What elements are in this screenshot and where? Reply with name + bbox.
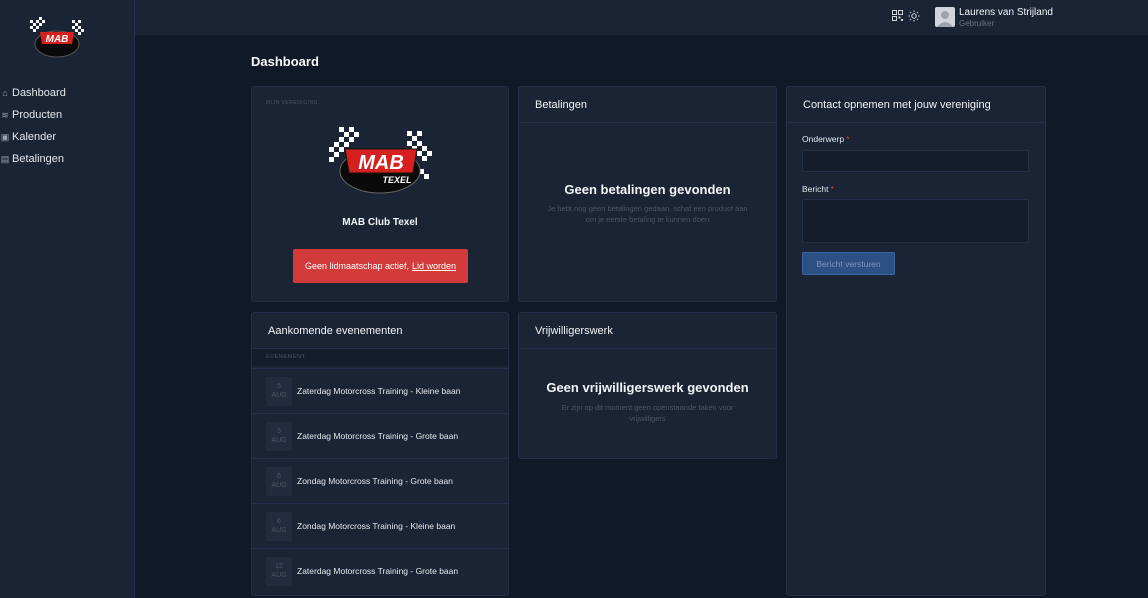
sidebar-item-label: Producten [12, 109, 63, 121]
qr-code-icon[interactable] [890, 10, 904, 24]
payments-title: Betalingen [519, 87, 776, 123]
contact-card: Contact opnemen met jouw vereniging Onde… [786, 86, 1046, 596]
club-card: MIJN VERENIGING MAB TEXEL MAB Club Texel… [251, 86, 509, 302]
message-textarea[interactable] [802, 199, 1029, 243]
events-column-header: EVENEMENT [252, 349, 508, 366]
avatar[interactable] [935, 7, 955, 27]
volunteer-card: Vrijwilligerswerk Geen vrijwilligerswerk… [518, 312, 777, 459]
event-date: 6 AUG [266, 466, 292, 496]
events-title: Aankomende evenementen [252, 313, 508, 349]
subject-label: Onderwerp * [802, 134, 849, 144]
message-label: Bericht * [802, 184, 834, 194]
sidebar-item-label: Betalingen [12, 153, 64, 165]
home-icon: ⌂ [2, 88, 8, 98]
event-day: 6 [277, 472, 281, 480]
sidebar-item-dashboard[interactable]: ⌂ Dashboard [0, 82, 135, 104]
payments-empty-title: Geen betalingen gevonden [564, 182, 731, 197]
subject-label-text: Onderwerp [802, 134, 845, 144]
calendar-icon: ▣ [0, 131, 10, 142]
event-name: Zondag Motorcross Training - Grote baan [297, 476, 453, 486]
svg-text:MAB: MAB [358, 152, 404, 174]
svg-text:TEXEL: TEXEL [382, 175, 411, 185]
event-month: AUG [271, 571, 287, 579]
become-member-link[interactable]: Lid worden [412, 261, 456, 271]
event-month: AUG [271, 526, 287, 534]
event-date: 12 AUG [266, 556, 292, 586]
club-logo: MAB TEXEL [329, 127, 432, 194]
svg-text:MAB: MAB [46, 34, 69, 45]
event-name: Zondag Motorcross Training - Kleine baan [297, 521, 456, 531]
event-month: AUG [271, 391, 287, 399]
receipt-icon: ▤ [0, 153, 10, 164]
volunteer-empty-text: Er zijn op dit moment geen openstaande t… [561, 403, 734, 423]
sun-icon[interactable] [907, 10, 921, 24]
become-member-button[interactable]: Geen lidmaatschap actief, Lid worden [293, 249, 468, 283]
message-label-text: Bericht [802, 184, 829, 194]
event-date: 5 AUG [266, 376, 292, 406]
event-date: 6 AUG [266, 511, 292, 541]
club-section-label: MIJN VERENIGING [266, 100, 318, 106]
event-day: 12 [275, 562, 283, 570]
event-row[interactable]: 5 AUG Zaterdag Motorcross Training - Gro… [252, 413, 508, 458]
volunteer-title: Vrijwilligerswerk [519, 313, 776, 349]
send-message-button[interactable]: Bericht versturen [802, 252, 895, 275]
event-row[interactable]: 12 AUG Zaterdag Motorcross Training - Gr… [252, 548, 508, 593]
subject-input[interactable] [802, 150, 1029, 172]
event-day: 6 [277, 517, 281, 525]
membership-status-text: Geen lidmaatschap actief, [304, 261, 410, 271]
page-title: Dashboard [251, 54, 319, 69]
event-row[interactable]: 5 AUG Zaterdag Motorcross Training - Kle… [252, 368, 508, 413]
sidebar-item-kalender[interactable]: ▣ Kalender [0, 126, 135, 148]
event-name: Zaterdag Motorcross Training - Kleine ba… [297, 386, 461, 396]
club-name: MAB Club Texel [342, 217, 418, 228]
volunteer-empty-title: Geen vrijwilligerswerk gevonden [546, 380, 749, 395]
user-role: Gebruiker [959, 19, 995, 28]
contact-title: Contact opnemen met jouw vereniging [787, 87, 1045, 123]
sidebar-item-producten[interactable]: ≋ Producten [0, 104, 135, 126]
event-month: AUG [271, 481, 287, 489]
event-row[interactable]: 6 AUG Zondag Motorcross Training - Klein… [252, 503, 508, 548]
sidebar-item-label: Dashboard [12, 87, 66, 99]
event-month: AUG [271, 436, 287, 444]
events-card: Aankomende evenementen EVENEMENT 5 AUG Z… [251, 312, 509, 596]
required-mark: * [846, 134, 850, 144]
user-name[interactable]: Laurens van Strijland [959, 7, 1053, 18]
top-bar: Laurens van Strijland Gebruiker [135, 0, 1148, 35]
required-mark: * [830, 184, 834, 194]
payments-card: Betalingen Geen betalingen gevonden Je h… [518, 86, 777, 302]
event-date: 5 AUG [266, 421, 292, 451]
sidebar-item-betalingen[interactable]: ▤ Betalingen [0, 148, 135, 170]
payments-empty-text: Je hebt nog geen betalingen gedaan, scha… [547, 204, 748, 224]
sidebar: MAB ⌂ Dashboard ≋ Producten ▣ Kalender ▤… [0, 0, 135, 598]
event-name: Zaterdag Motorcross Training - Grote baa… [297, 566, 459, 576]
event-row[interactable]: 6 AUG Zondag Motorcross Training - Grote… [252, 458, 508, 503]
sidebar-item-label: Kalender [12, 131, 57, 143]
mab-logo[interactable]: MAB [28, 14, 86, 60]
event-day: 5 [277, 382, 281, 390]
event-day: 5 [277, 427, 281, 435]
event-name: Zaterdag Motorcross Training - Grote baa… [297, 431, 459, 441]
box-icon: ≋ [1, 109, 9, 120]
